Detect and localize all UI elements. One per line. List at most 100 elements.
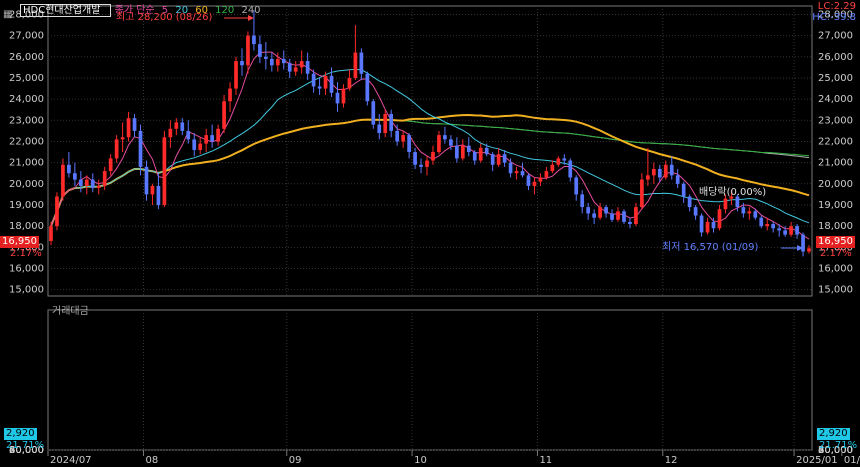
candle-body xyxy=(216,128,220,142)
candle-body xyxy=(520,171,525,176)
candle-body xyxy=(574,177,579,195)
candle-body xyxy=(657,168,662,178)
candle-body xyxy=(628,221,632,225)
candle-body xyxy=(311,73,316,87)
candle-body xyxy=(472,152,477,161)
candle-body xyxy=(460,145,465,159)
price-tick-label-right: 18,000 xyxy=(818,221,853,232)
candle-body xyxy=(371,101,376,125)
candle-body xyxy=(634,207,638,225)
price-tick-label-right: 23,000 xyxy=(818,115,853,126)
candle-body xyxy=(73,173,77,180)
candle-body xyxy=(783,230,787,235)
legend-ma-120: 120 xyxy=(215,5,235,16)
volume-change-left: 21.71% xyxy=(6,440,45,451)
candle-body xyxy=(741,207,746,214)
x-tick-label: 2024/07 xyxy=(50,455,92,466)
candle-body xyxy=(67,164,71,174)
candle-body xyxy=(789,226,793,235)
candle-body xyxy=(449,139,453,146)
candle-body xyxy=(711,221,716,229)
candle-body xyxy=(693,207,698,216)
candle-body xyxy=(622,211,626,222)
candle-body xyxy=(425,160,429,167)
candle-body xyxy=(335,92,340,104)
candle-body xyxy=(646,175,650,180)
candle-body xyxy=(777,228,782,231)
dividend-annotation: 배당락(0.00%) xyxy=(699,187,767,198)
candle-body xyxy=(317,86,322,89)
candle-body xyxy=(132,118,137,131)
volume-badge-left: 2,920 xyxy=(4,428,37,440)
x-tick-label: 09 xyxy=(289,455,302,466)
candle-body xyxy=(663,164,668,178)
stock-chart: 15,00015,00016,00016,00017,00017,00018,0… xyxy=(9,5,860,466)
candle-body xyxy=(717,209,722,229)
price-tick-label-left: 16,000 xyxy=(9,263,44,274)
candle-body xyxy=(162,137,167,205)
candle-body xyxy=(359,52,364,74)
candle-body xyxy=(496,154,501,165)
price-tick-label-right: 16,000 xyxy=(818,263,853,274)
candle-body xyxy=(455,145,459,159)
candle-body xyxy=(562,158,567,161)
price-tick-label-left: 23,000 xyxy=(9,115,44,126)
candle-body xyxy=(377,124,382,134)
current-price-badge-left: 16,950 xyxy=(0,236,39,248)
candle-body xyxy=(204,135,209,144)
candle-body xyxy=(305,61,310,74)
candle-body xyxy=(144,166,149,195)
price-tick-label-left: 15,000 xyxy=(9,285,44,296)
candle-body xyxy=(651,168,656,176)
candle-body xyxy=(407,135,411,153)
right-top-hc: HC:-39.8 xyxy=(812,12,856,23)
candle-body xyxy=(174,122,179,129)
candle-body xyxy=(616,211,620,220)
candle-body xyxy=(156,185,161,205)
current-change-left: 2.17% xyxy=(10,248,42,259)
candle-body xyxy=(252,35,256,45)
candle-body xyxy=(419,164,423,167)
candle-body xyxy=(437,135,441,153)
candle-body xyxy=(550,164,555,172)
candle-body xyxy=(526,175,531,186)
candle-body xyxy=(699,215,704,233)
grid-toggle-icon[interactable]: ▦ xyxy=(1,9,15,21)
candle-body xyxy=(413,152,417,165)
candle-body xyxy=(604,207,608,214)
price-tick-label-right: 20,000 xyxy=(818,179,853,190)
candle-body xyxy=(90,179,95,189)
candle-body xyxy=(640,179,644,208)
candle-body xyxy=(234,61,238,89)
candle-body xyxy=(753,211,758,218)
candle-body xyxy=(353,52,358,78)
candle-body xyxy=(49,226,53,241)
candle-body xyxy=(323,75,328,89)
candle-body xyxy=(395,130,400,142)
price-tick-label-left: 22,000 xyxy=(9,136,44,147)
high-annotation: 최고 28,200 (08/26) xyxy=(116,12,213,23)
candle-body xyxy=(592,213,596,218)
volume-panel-frame xyxy=(47,309,813,451)
candle-body xyxy=(347,77,352,89)
price-tick-label-left: 26,000 xyxy=(9,52,44,63)
price-tick-label-left: 21,000 xyxy=(9,158,44,169)
current-price-badge-right: 16,950 xyxy=(816,236,855,248)
candle-body xyxy=(807,248,811,252)
candle-body xyxy=(514,171,519,174)
candle-body xyxy=(532,181,537,186)
candle-body xyxy=(610,213,614,220)
candle-body xyxy=(138,130,143,167)
candle-body xyxy=(299,61,304,68)
price-tick-label-right: 15,000 xyxy=(818,285,853,296)
price-tick-label-right: 26,000 xyxy=(818,52,853,63)
candle-body xyxy=(586,207,591,214)
candle-body xyxy=(383,113,388,134)
candle-body xyxy=(61,164,65,197)
price-tick-label-right: 21,000 xyxy=(818,158,853,169)
candle-body xyxy=(580,194,585,208)
x-tick-label: 11 xyxy=(539,455,552,466)
candle-body xyxy=(293,67,298,72)
candle-body xyxy=(431,152,435,161)
candle-body xyxy=(198,143,203,150)
